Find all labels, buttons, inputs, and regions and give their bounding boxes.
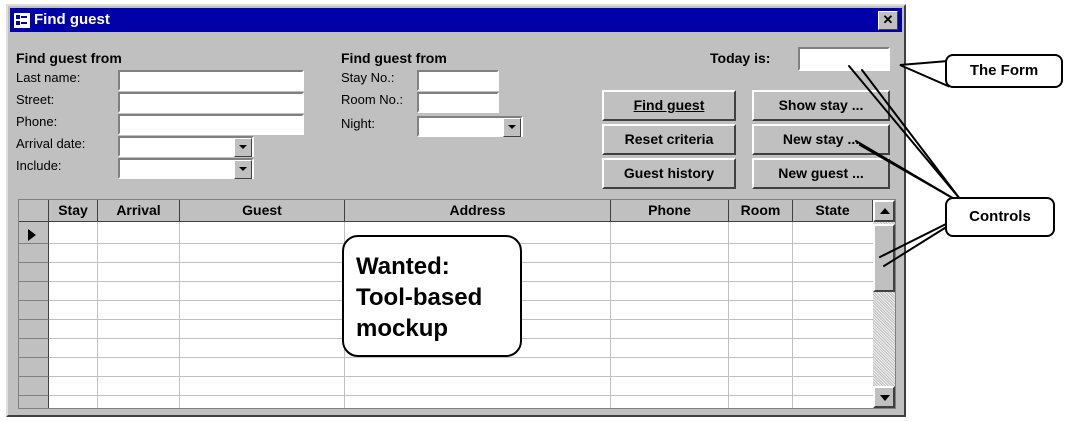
controls-pointer	[848, 65, 961, 200]
the-form-callout: The Form	[945, 54, 1063, 88]
annotation-lines	[848, 59, 961, 267]
controls-pointer	[883, 225, 949, 267]
controls-text: Controls	[969, 208, 1031, 225]
wanted-line-2: Tool-based	[356, 284, 483, 311]
controls-callout: Controls	[945, 197, 1055, 237]
wanted-line-3: mockup	[356, 315, 449, 342]
the-form-text: The Form	[969, 62, 1039, 79]
controls-pointer	[859, 144, 957, 201]
controls-pointer	[861, 69, 961, 200]
wanted-line-1: Wanted:	[356, 253, 450, 280]
controls-pointer	[879, 222, 949, 258]
wanted-note: Wanted: Tool-based mockup	[342, 235, 522, 357]
the-form-pointer	[899, 59, 949, 88]
